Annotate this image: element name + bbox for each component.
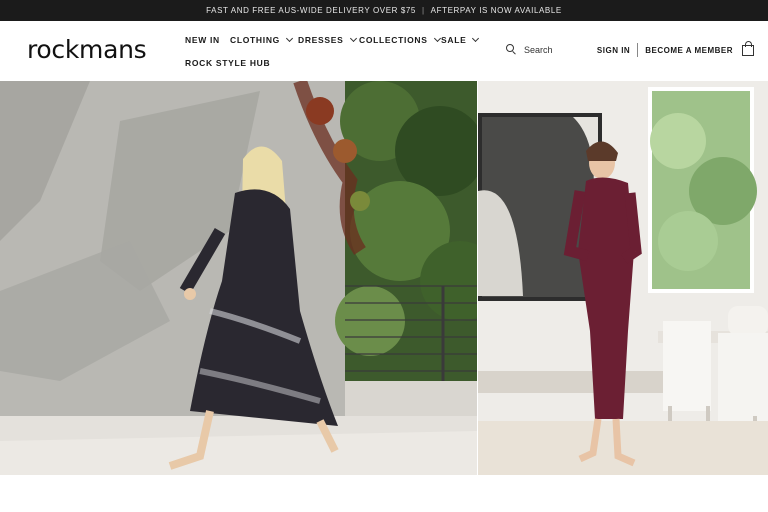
shopping-bag-icon[interactable] [742, 40, 754, 56]
nav-label: ROCK STYLE HUB [185, 58, 271, 68]
hero-photo-right [478, 81, 768, 475]
nav-label: CLOTHING [230, 35, 280, 45]
nav-item-sale[interactable]: SALE [441, 34, 480, 45]
hero-photo-left [0, 81, 477, 475]
nav-item-rock-style-hub[interactable]: ROCK STYLE HUB [185, 58, 270, 68]
announcement-bar: FAST AND FREE AUS-WIDE DELIVERY OVER $75… [0, 0, 768, 21]
announcement-separator: | [421, 6, 425, 15]
hero-image-floral-dress[interactable] [0, 81, 477, 475]
nav-label: DRESSES [298, 35, 344, 45]
hero-image-knit-dress[interactable] [478, 81, 768, 475]
chevron-down-icon [349, 34, 357, 43]
chevron-down-icon [472, 34, 480, 43]
nav-item-dresses[interactable]: DRESSES [298, 34, 357, 45]
account-links: SIGN IN BECOME A MEMBER [597, 40, 754, 57]
nav-label: SALE [441, 35, 467, 45]
become-member-link[interactable]: BECOME A MEMBER [645, 46, 733, 55]
nav-label: COLLECTIONS [359, 35, 428, 45]
chevron-down-icon [433, 34, 441, 43]
nav-label: NEW IN [185, 35, 220, 45]
nav-item-collections[interactable]: COLLECTIONS [359, 34, 441, 45]
announcement-delivery: FAST AND FREE AUS-WIDE DELIVERY OVER $75 [206, 6, 416, 15]
search-placeholder[interactable]: Search [524, 45, 553, 55]
search-icon[interactable] [506, 44, 517, 55]
announcement-afterpay: AFTERPAY IS NOW AVAILABLE [430, 6, 562, 15]
account-divider [637, 43, 639, 57]
nav-item-new-in[interactable]: NEW IN [185, 35, 220, 45]
search-field[interactable]: Search [506, 44, 553, 55]
sign-in-link[interactable]: SIGN IN [597, 46, 630, 55]
nav-item-clothing[interactable]: CLOTHING [230, 34, 294, 45]
chevron-down-icon [285, 34, 294, 43]
site-header: rockmans NEW IN CLOTHING DRESSES COLLECT… [0, 21, 768, 81]
rockmans-logo[interactable]: rockmans [27, 35, 147, 64]
